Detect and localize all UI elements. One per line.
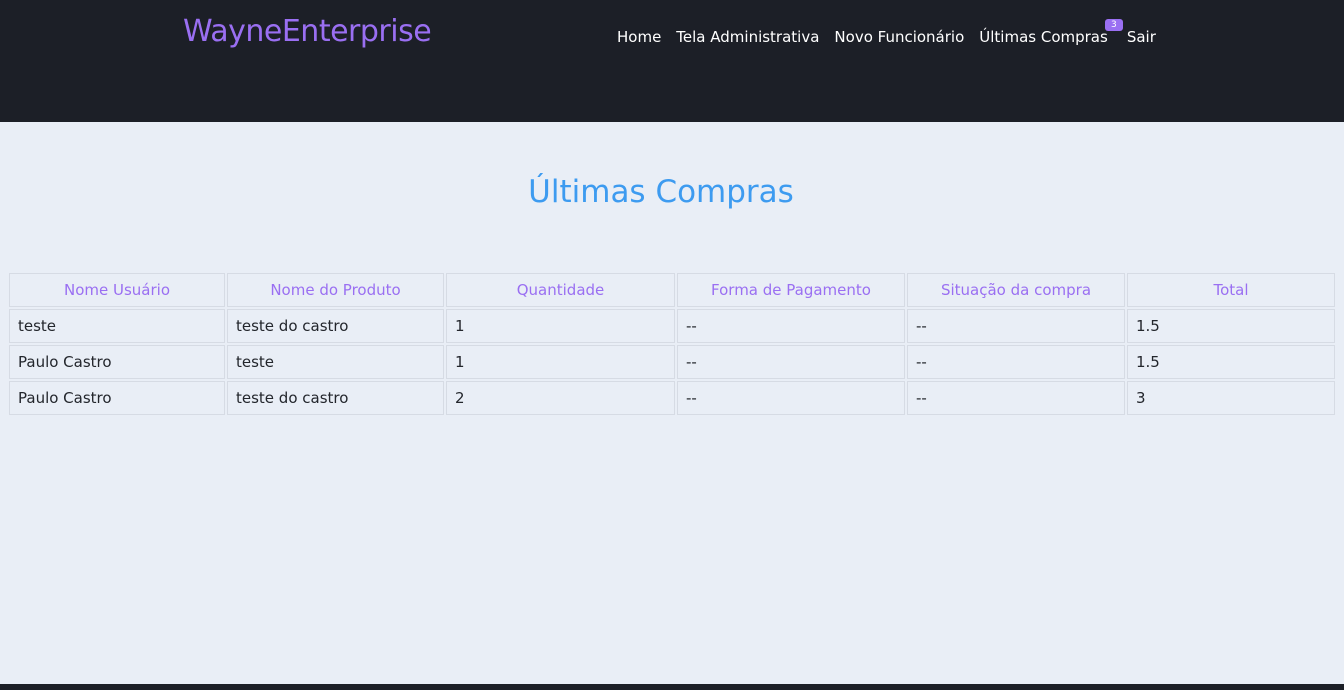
column-header-product-name: Nome do Produto — [227, 273, 444, 307]
cell-user-name: Paulo Castro — [9, 345, 225, 379]
cell-quantity: 1 — [446, 309, 675, 343]
cell-payment-method: -- — [677, 381, 905, 415]
cell-payment-method: -- — [677, 309, 905, 343]
cell-quantity: 2 — [446, 381, 675, 415]
nav-last-purchases-label: Últimas Compras — [979, 28, 1108, 46]
purchases-table-container: Nome Usuário Nome do Produto Quantidade … — [7, 271, 1335, 417]
page-title: Últimas Compras — [528, 174, 794, 210]
column-header-purchase-status: Situação da compra — [907, 273, 1125, 307]
cell-total: 1.5 — [1127, 345, 1335, 379]
cell-user-name: Paulo Castro — [9, 381, 225, 415]
column-header-total: Total — [1127, 273, 1335, 307]
footer-bar — [0, 684, 1344, 690]
nav-last-purchases-link[interactable]: Últimas Compras 3 — [979, 19, 1123, 48]
cell-product-name: teste do castro — [227, 309, 444, 343]
cell-product-name: teste — [227, 345, 444, 379]
nav-home-link[interactable]: Home — [617, 26, 661, 48]
brand-logo-link[interactable]: WayneEnterprise — [183, 12, 432, 52]
nav-new-employee-link[interactable]: Novo Funcionário — [834, 26, 964, 48]
table-header-row: Nome Usuário Nome do Produto Quantidade … — [9, 273, 1335, 307]
purchases-count-badge: 3 — [1104, 19, 1123, 31]
nav-admin-link[interactable]: Tela Administrativa — [676, 26, 819, 48]
table-row: teste teste do castro 1 -- -- 1.5 — [9, 309, 1335, 343]
nav-logout-link[interactable]: Sair — [1127, 26, 1156, 48]
cell-purchase-status: -- — [907, 309, 1125, 343]
cell-quantity: 1 — [446, 345, 675, 379]
table-row: Paulo Castro teste do castro 2 -- -- 3 — [9, 381, 1335, 415]
cell-total: 1.5 — [1127, 309, 1335, 343]
column-header-payment-method: Forma de Pagamento — [677, 273, 905, 307]
column-header-quantity: Quantidade — [446, 273, 675, 307]
cell-total: 3 — [1127, 381, 1335, 415]
cell-user-name: teste — [9, 309, 225, 343]
main-nav: Home Tela Administrativa Novo Funcionári… — [617, 19, 1156, 48]
top-navbar: WayneEnterprise Home Tela Administrativa… — [0, 0, 1344, 122]
cell-purchase-status: -- — [907, 345, 1125, 379]
cell-purchase-status: -- — [907, 381, 1125, 415]
cell-product-name: teste do castro — [227, 381, 444, 415]
table-row: Paulo Castro teste 1 -- -- 1.5 — [9, 345, 1335, 379]
purchases-table: Nome Usuário Nome do Produto Quantidade … — [7, 271, 1337, 417]
column-header-user-name: Nome Usuário — [9, 273, 225, 307]
cell-payment-method: -- — [677, 345, 905, 379]
